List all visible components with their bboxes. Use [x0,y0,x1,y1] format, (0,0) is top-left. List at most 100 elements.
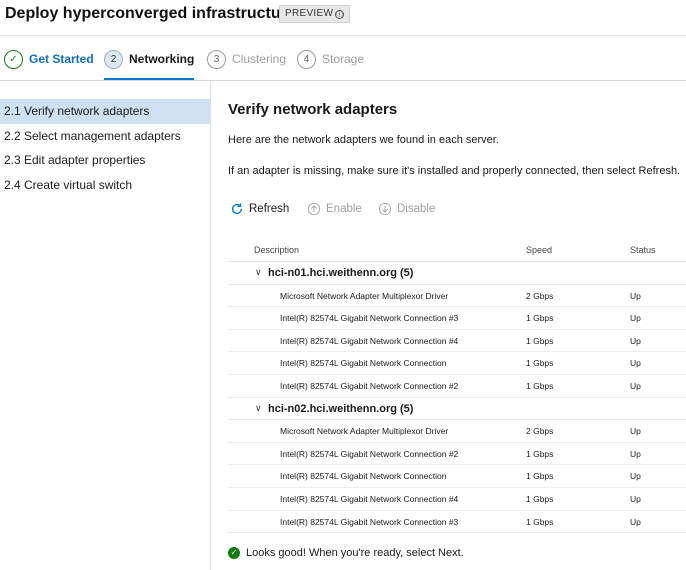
adapter-description: Microsoft Network Adapter Multiplexor Dr… [280,426,449,437]
sidebar-item-verify-adapters[interactable]: 2.1 Verify network adapters [0,99,210,124]
disable-label: Disable [397,203,436,215]
step-label: Clustering [232,52,287,66]
server-group-header[interactable]: ∨ hci-n01.hci.weithenn.org (5) [228,262,686,285]
adapter-description: Intel(R) 82574L Gigabit Network Connecti… [280,448,459,459]
adapter-speed: 1 Gbps [526,358,554,369]
preview-label: PREVIEW [285,8,334,19]
adapter-status: Up [630,358,641,369]
chevron-down-icon: ∨ [255,402,262,413]
step-number-badge: 3 [207,49,226,69]
substep-sidebar: 2.1 Verify network adapters 2.2 Select man… [0,99,210,197]
table-row[interactable]: Intel(R) 82574L Gigabit Network Connecti… [228,330,686,353]
adapter-status: Up [630,335,641,346]
table-row[interactable]: Intel(R) 82574L Gigabit Network Connecti… [228,352,686,375]
steps-divider [0,80,686,81]
adapter-speed: 1 Gbps [526,471,554,482]
page-title: Deploy hyperconverged infrastructure [5,5,296,22]
step-storage[interactable]: 4 Storage [297,47,364,71]
step-number-badge: 4 [297,49,316,69]
adapter-status: Up [630,471,641,482]
table-row[interactable]: Intel(R) 82574L Gigabit Network Connecti… [228,443,686,466]
section-instruction: If an adapter is missing, make sure it's… [228,165,681,177]
adapter-description: Intel(R) 82574L Gigabit Network Connecti… [280,358,447,369]
table-row[interactable]: Intel(R) 82574L Gigabit Network Connecti… [228,511,686,534]
info-icon[interactable]: ⓘ [335,10,345,19]
table-row[interactable]: Intel(R) 82574L Gigabit Network Connecti… [228,465,686,488]
adapter-description: Intel(R) 82574L Gigabit Network Connecti… [280,471,447,482]
adapter-speed: 2 Gbps [526,290,554,301]
adapter-description: Microsoft Network Adapter Multiplexor Dr… [280,290,449,301]
section-description: Here are the network adapters we found i… [228,134,499,146]
adapter-table: Description Speed Status ∨ hci-n01.hci.w… [228,238,686,534]
table-row[interactable]: Microsoft Network Adapter Multiplexor Dr… [228,420,686,443]
adapter-description: Intel(R) 82574L Gigabit Network Connecti… [280,516,459,527]
adapter-status: Up [630,380,641,391]
sidebar-item-select-management[interactable]: 2.2 Select management adapters [0,124,210,149]
step-get-started[interactable]: ✓ Get Started [4,47,94,71]
success-check-icon: ✓ [228,547,240,559]
table-row[interactable]: Microsoft Network Adapter Multiplexor Dr… [228,285,686,308]
adapter-speed: 1 Gbps [526,448,554,459]
adapter-status: Up [630,448,641,459]
sidebar-item-label: Verify network adapters [24,104,150,119]
sidebar-item-label: Edit adapter properties [24,153,146,168]
page-header: Deploy hyperconverged infrastructure PRE… [0,0,686,34]
wizard-steps: ✓ Get Started 2 Networking 3 Clustering … [0,36,686,80]
sidebar-item-edit-properties[interactable]: 2.3 Edit adapter properties [0,148,210,173]
step-clustering[interactable]: 3 Clustering [207,47,286,71]
sidebar-item-label: Create virtual switch [24,178,133,193]
refresh-button[interactable]: Refresh [230,202,289,216]
adapter-speed: 1 Gbps [526,313,554,324]
substep-number: 2.1 [4,104,21,119]
enable-label: Enable [326,203,362,215]
adapter-speed: 1 Gbps [526,335,554,346]
adapter-speed: 2 Gbps [526,426,554,437]
step-label: Storage [322,52,365,66]
status-message: Looks good! When you're ready, select Ne… [246,547,464,559]
adapter-status: Up [630,493,641,504]
step-label: Networking [129,52,195,66]
refresh-label: Refresh [249,203,290,215]
preview-badge: PREVIEW ⓘ [279,5,351,23]
substep-number: 2.2 [4,128,21,143]
column-header-speed[interactable]: Speed [526,245,552,255]
adapter-speed: 1 Gbps [526,516,554,527]
sidebar-item-virtual-switch[interactable]: 2.4 Create virtual switch [0,173,210,198]
refresh-icon [231,203,243,214]
adapter-status: Up [630,313,641,324]
adapter-status: Up [630,290,641,301]
enable-button[interactable]: Enable [307,202,362,216]
adapter-description: Intel(R) 82574L Gigabit Network Connecti… [280,380,459,391]
sidebar-item-label: Select management adapters [24,128,181,143]
adapter-toolbar: Refresh Enable Disable [228,202,686,220]
column-header-description[interactable]: Description [254,245,299,255]
disable-button[interactable]: Disable [378,202,435,216]
adapter-description: Intel(R) 82574L Gigabit Network Connecti… [280,313,459,324]
arrow-up-circle-icon [307,202,321,216]
adapter-speed: 1 Gbps [526,380,554,391]
adapter-description: Intel(R) 82574L Gigabit Network Connecti… [280,493,459,504]
table-row[interactable]: Intel(R) 82574L Gigabit Network Connecti… [228,375,686,398]
server-group-name: hci-n02.hci.weithenn.org (5) [268,402,414,415]
step-label: Get Started [29,52,94,66]
server-group-header[interactable]: ∨ hci-n02.hci.weithenn.org (5) [228,398,686,421]
adapter-status: Up [630,516,641,527]
adapter-speed: 1 Gbps [526,493,554,504]
sidebar-divider [210,81,211,570]
adapter-description: Intel(R) 82574L Gigabit Network Connecti… [280,335,459,346]
step-number-badge: 2 [104,49,123,69]
arrow-down-circle-icon [378,202,392,216]
check-circle-icon: ✓ [4,49,23,69]
column-header-status[interactable]: Status [630,245,656,255]
substep-number: 2.4 [4,178,21,193]
step-networking[interactable]: 2 Networking [104,47,194,71]
validation-status: ✓ Looks good! When you're ready, select … [228,547,464,559]
adapter-status: Up [630,426,641,437]
chevron-down-icon: ∨ [255,267,262,277]
table-header: Description Speed Status [228,238,686,262]
section-title: Verify network adapters [228,101,398,118]
substep-number: 2.3 [4,153,21,168]
table-row[interactable]: Intel(R) 82574L Gigabit Network Connecti… [228,488,686,511]
table-row[interactable]: Intel(R) 82574L Gigabit Network Connecti… [228,307,686,330]
server-group-name: hci-n01.hci.weithenn.org (5) [268,267,414,279]
